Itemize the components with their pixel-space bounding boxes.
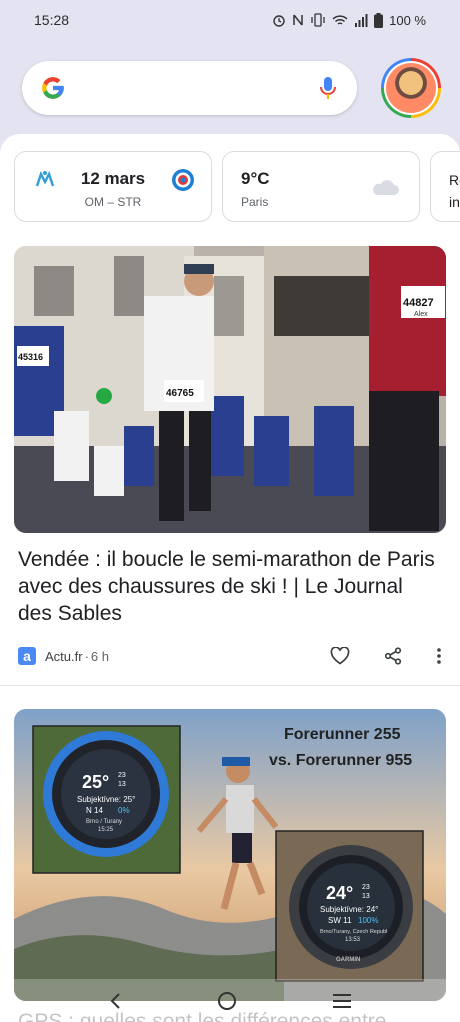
- back-icon[interactable]: [108, 992, 122, 1010]
- image-caption-line1: Forerunner 255: [284, 726, 401, 743]
- google-g-icon: [42, 77, 64, 99]
- match-teams: OM – STR: [84, 195, 142, 209]
- image-caption-line2: vs. Forerunner 955: [269, 752, 412, 769]
- watch1-rain: 0%: [118, 806, 130, 815]
- watch2-feels: Subjektívne: 24°: [320, 905, 378, 914]
- article-image-forerunner[interactable]: Forerunner 255 vs. Forerunner 955 25° 23…: [14, 709, 446, 1001]
- watch1-feels: Subjektívne: 25°: [77, 795, 135, 804]
- watch2-wind: SW 11: [328, 916, 352, 925]
- article-image-marathon[interactable]: 44827 Alex 46765 45316: [14, 246, 446, 533]
- marathon-photo: 44827 Alex 46765 45316: [14, 246, 446, 533]
- watch2-lo: 13: [362, 893, 370, 900]
- watch1-place: Brno / Turany: [86, 819, 122, 825]
- watch1-lo: 13: [118, 781, 126, 788]
- watch1-temp: 25°: [82, 772, 109, 792]
- wifi-icon: [332, 14, 348, 25]
- home-icon[interactable]: [217, 991, 237, 1011]
- bib-number-3: 45316: [18, 352, 43, 362]
- bib-number-2: 46765: [166, 388, 194, 399]
- source-name[interactable]: Actu.fr: [45, 649, 83, 664]
- article-meta: a Actu.fr · 6 h: [18, 644, 442, 668]
- search-bar[interactable]: [22, 61, 357, 115]
- status-bar: 15:28 100 %: [0, 0, 460, 40]
- account-avatar[interactable]: [381, 58, 441, 118]
- recents-icon[interactable]: [332, 993, 352, 1009]
- watch1-wind: N 14: [86, 806, 103, 815]
- cloud-icon: [373, 180, 399, 195]
- watch2-temp: 24°: [326, 883, 353, 903]
- vibrate-icon: [311, 13, 325, 27]
- battery-icon: [374, 12, 384, 28]
- watch2-hi: 23: [362, 884, 370, 891]
- more-chip-line2: in: [449, 194, 460, 210]
- weather-city: Paris: [241, 195, 269, 209]
- status-icons: 100 %: [272, 12, 426, 28]
- publish-time: 6 h: [90, 648, 109, 664]
- alarm-icon: [273, 15, 285, 27]
- bib-number-1: 44827: [403, 297, 434, 309]
- watch1-time: 15:25: [98, 827, 114, 833]
- share-icon[interactable]: [384, 647, 402, 665]
- article-title[interactable]: Vendée : il boucle le semi-marathon de P…: [18, 546, 438, 627]
- weather-temperature: 9°C: [241, 169, 270, 188]
- watch2-brand: GARMIN: [336, 957, 360, 963]
- signal-icon: [355, 13, 368, 27]
- system-nav-bar: [0, 979, 460, 1022]
- more-chip-line1: Re: [449, 172, 460, 188]
- discover-feed: 12 mars OM – STR 9°C Paris Re in: [0, 134, 460, 1022]
- mic-icon[interactable]: [317, 75, 339, 101]
- watch2-place: Brno/Turany, Czech Republ: [320, 929, 387, 935]
- more-vert-icon[interactable]: [436, 647, 442, 665]
- meta-separator: ·: [84, 648, 89, 664]
- watch1-hi: 23: [118, 772, 126, 779]
- feed-divider: [0, 685, 460, 686]
- avatar-photo: [386, 63, 436, 113]
- nfc-icon: [293, 14, 303, 26]
- battery-level: 100 %: [389, 12, 426, 28]
- status-time: 15:28: [34, 12, 70, 28]
- heart-icon[interactable]: [330, 647, 350, 665]
- strasbourg-team-icon: [172, 169, 194, 191]
- more-chip[interactable]: Re in: [430, 151, 460, 222]
- watch2-time: 13:53: [345, 937, 361, 943]
- info-chips: 12 mars OM – STR 9°C Paris Re in: [14, 151, 460, 222]
- source-icon: a: [18, 647, 36, 665]
- forerunner-photo: Forerunner 255 vs. Forerunner 955 25° 23…: [14, 709, 446, 1001]
- match-chip[interactable]: 12 mars OM – STR: [14, 151, 212, 222]
- bib-name: Alex: [414, 311, 428, 318]
- weather-chip[interactable]: 9°C Paris: [222, 151, 420, 222]
- watch2-rain: 100%: [358, 916, 378, 925]
